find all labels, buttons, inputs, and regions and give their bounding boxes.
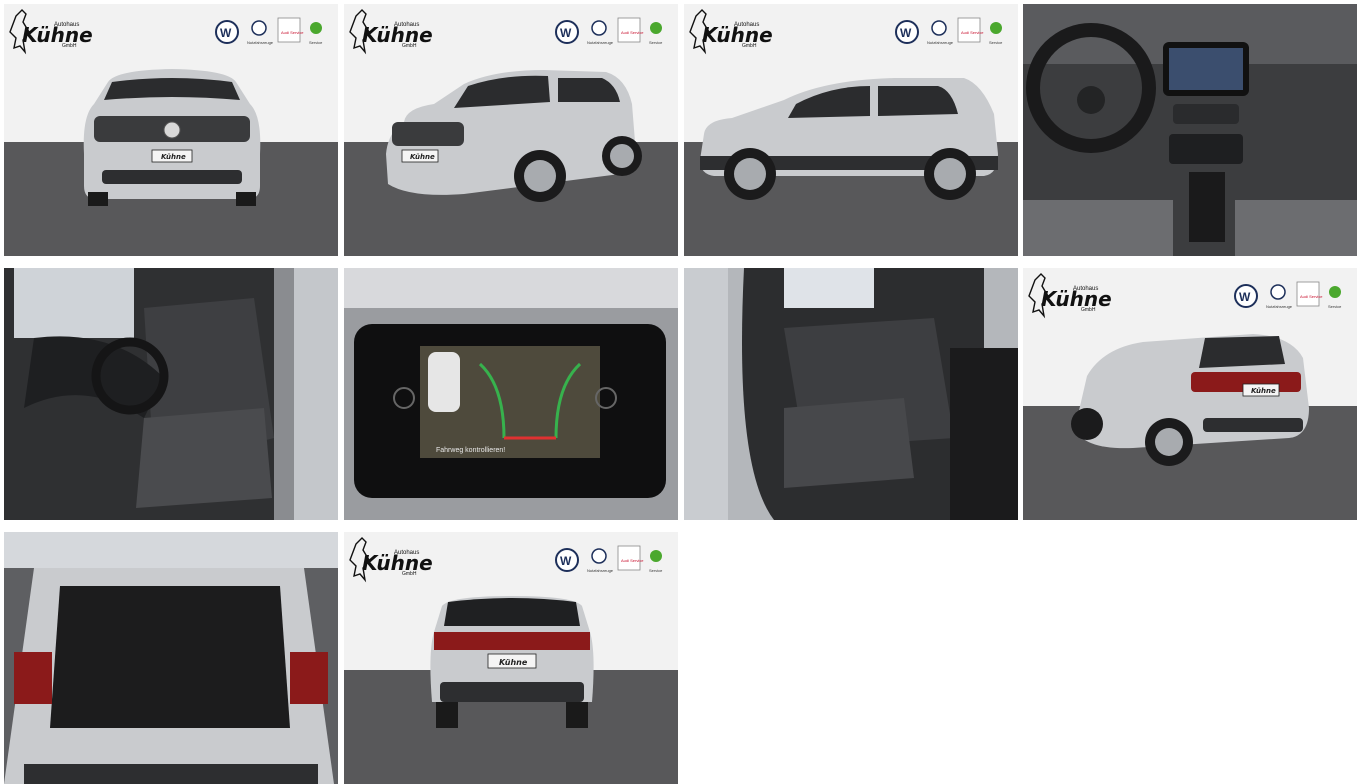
svg-text:GmbH: GmbH: [402, 571, 417, 577]
photo-rear-left[interactable]: Kühne Autohaus GmbH W Nutzfahrzeuge Audi…: [1023, 268, 1357, 520]
vw-commercial-logo-icon: [591, 548, 607, 564]
dealer-suffix: GmbH: [62, 43, 77, 49]
svg-text:Autohaus: Autohaus: [734, 22, 759, 28]
photo-rear[interactable]: Kühne Autohaus GmbH W Nutzfahrzeuge Audi…: [344, 532, 678, 784]
skoda-logo-icon: [990, 22, 1002, 34]
svg-text:GmbH: GmbH: [742, 43, 757, 49]
svg-text:Audi Service: Audi Service: [1300, 294, 1323, 299]
svg-text:Service: Service: [1328, 304, 1342, 309]
svg-text:W: W: [1239, 290, 1251, 304]
photo-front-left[interactable]: Kühne Autohaus GmbH W Nutzfahrzeuge Audi…: [344, 4, 678, 256]
svg-text:Nutzfahrzeuge: Nutzfahrzeuge: [587, 568, 614, 573]
vw-commercial-logo-icon: [931, 20, 947, 36]
svg-text:Service: Service: [989, 40, 1003, 45]
svg-text:Service: Service: [649, 40, 663, 45]
svg-text:Audi Service: Audi Service: [281, 30, 304, 35]
svg-text:Autohaus: Autohaus: [394, 550, 419, 556]
svg-text:W: W: [560, 554, 572, 568]
photo-rear-camera-screen[interactable]: Fahrweg kontrollieren!: [344, 268, 678, 520]
photo-trunk[interactable]: [4, 532, 338, 784]
photo-cockpit[interactable]: [1023, 4, 1357, 256]
svg-text:Nutzfahrzeuge: Nutzfahrzeuge: [247, 40, 274, 45]
vw-commercial-logo-icon: [1270, 284, 1286, 300]
svg-text:Audi Service: Audi Service: [621, 558, 644, 563]
svg-text:Kühne: Kühne: [410, 153, 435, 161]
skoda-logo-icon: [1329, 286, 1341, 298]
svg-text:Kühne: Kühne: [161, 153, 186, 161]
vw-commercial-logo-icon: [591, 20, 607, 36]
svg-text:Kühne: Kühne: [499, 658, 528, 667]
photo-front[interactable]: Kühne Autohaus GmbH W Nutzfahrzeuge Audi…: [4, 4, 338, 256]
svg-text:Nutzfahrzeuge: Nutzfahrzeuge: [927, 40, 954, 45]
vw-commercial-logo-icon: [251, 20, 267, 36]
skoda-logo-icon: [310, 22, 322, 34]
camera-warning-text: Fahrweg kontrollieren!: [436, 447, 505, 454]
svg-text:W: W: [560, 26, 572, 40]
skoda-logo-icon: [650, 22, 662, 34]
car-front-view: Kühne: [83, 69, 261, 206]
svg-text:Audi Service: Audi Service: [621, 30, 644, 35]
svg-text:Autohaus: Autohaus: [394, 22, 419, 28]
svg-text:Service: Service: [649, 568, 663, 573]
svg-text:W: W: [220, 26, 232, 40]
svg-text:Service: Service: [309, 40, 323, 45]
photo-rear-seats[interactable]: [684, 268, 1018, 520]
svg-text:GmbH: GmbH: [1081, 307, 1096, 313]
svg-text:Nutzfahrzeuge: Nutzfahrzeuge: [587, 40, 614, 45]
svg-text:Nutzfahrzeuge: Nutzfahrzeuge: [1266, 304, 1293, 309]
photo-side-left[interactable]: Kühne Autohaus GmbH W Nutzfahrzeuge Audi…: [684, 4, 1018, 256]
svg-text:GmbH: GmbH: [402, 43, 417, 49]
photo-driver-seat[interactable]: [4, 268, 338, 520]
svg-text:W: W: [900, 26, 912, 40]
dealer-prefix: Autohaus: [54, 22, 79, 28]
skoda-logo-icon: [650, 550, 662, 562]
svg-text:Audi Service: Audi Service: [961, 30, 984, 35]
svg-text:Autohaus: Autohaus: [1073, 286, 1098, 292]
svg-text:Kühne: Kühne: [1251, 387, 1276, 395]
